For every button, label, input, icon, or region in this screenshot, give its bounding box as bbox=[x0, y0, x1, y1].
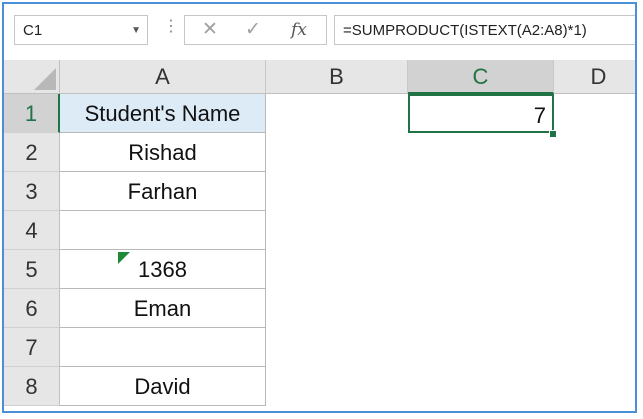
cell-a3[interactable]: Farhan bbox=[60, 172, 266, 211]
cell-a2[interactable]: Rishad bbox=[60, 133, 266, 172]
row-header-6[interactable]: 6 bbox=[4, 289, 60, 328]
column-header-b[interactable]: B bbox=[266, 60, 408, 94]
row-header-4[interactable]: 4 bbox=[4, 211, 60, 250]
row-header-2[interactable]: 2 bbox=[4, 133, 60, 172]
column-header-c[interactable]: C bbox=[408, 60, 554, 94]
formula-text: =SUMPRODUCT(ISTEXT(A2:A8)*1) bbox=[343, 22, 587, 39]
row-header-5[interactable]: 5 bbox=[4, 250, 60, 289]
number-as-text-indicator-icon[interactable] bbox=[118, 252, 130, 264]
formula-buttons: ✕ ✓ fx bbox=[184, 15, 327, 45]
cell-c1-selected[interactable]: 7 bbox=[408, 94, 554, 133]
formula-input[interactable]: =SUMPRODUCT(ISTEXT(A2:A8)*1) bbox=[334, 15, 635, 45]
cell-a5-value: 1368 bbox=[138, 257, 187, 282]
cell-a6[interactable]: Eman bbox=[60, 289, 266, 328]
select-all-button[interactable] bbox=[4, 60, 60, 94]
row-header-1[interactable]: 1 bbox=[4, 94, 60, 133]
name-box-value: C1 bbox=[23, 22, 43, 39]
row-header-7[interactable]: 7 bbox=[4, 328, 60, 367]
name-box[interactable]: C1 ▼ bbox=[14, 15, 148, 45]
column-header-a[interactable]: A bbox=[60, 60, 266, 94]
select-all-icon bbox=[34, 68, 56, 90]
cell-a4[interactable] bbox=[60, 211, 266, 250]
grip-dots-icon: ⋮ bbox=[163, 18, 179, 35]
cell-a1[interactable]: Student's Name bbox=[60, 94, 266, 133]
cancel-icon[interactable]: ✕ bbox=[202, 18, 218, 41]
enter-icon[interactable]: ✓ bbox=[245, 18, 261, 41]
cell-a8[interactable]: David bbox=[60, 367, 266, 406]
row-header-3[interactable]: 3 bbox=[4, 172, 60, 211]
insert-function-icon[interactable]: fx bbox=[291, 20, 307, 40]
row-header-8[interactable]: 8 bbox=[4, 367, 60, 406]
formula-bar: C1 ▼ ⋮ ✕ ✓ fx =SUMPRODUCT(ISTEXT(A2:A8)*… bbox=[4, 4, 635, 56]
column-header-d[interactable]: D bbox=[554, 60, 635, 94]
fill-handle[interactable] bbox=[549, 130, 557, 138]
cell-a7[interactable] bbox=[60, 328, 266, 367]
window-frame: C1 ▼ ⋮ ✕ ✓ fx =SUMPRODUCT(ISTEXT(A2:A8)*… bbox=[2, 2, 637, 413]
name-box-dropdown-icon[interactable]: ▼ bbox=[131, 25, 141, 36]
cell-a5[interactable]: 1368 bbox=[60, 250, 266, 289]
